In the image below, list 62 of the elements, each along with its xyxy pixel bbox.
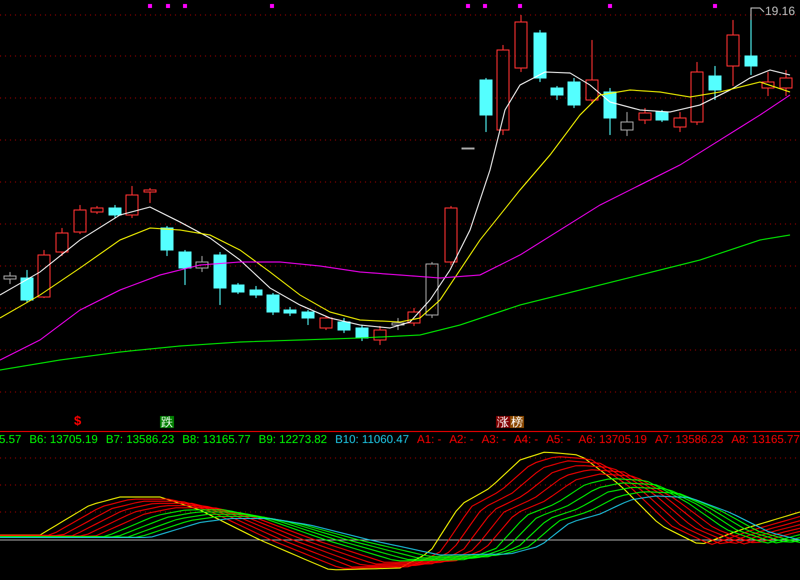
price-label: 19.16: [765, 5, 796, 17]
candlestick: [74, 204, 86, 234]
signal-badge: 涨: [496, 416, 510, 428]
candlestick: [392, 318, 404, 330]
indicator-reading: A1: -: [417, 435, 442, 447]
candlestick: [656, 110, 668, 122]
candlestick: [38, 250, 50, 298]
signal-badge: 榜: [510, 416, 524, 428]
candlestick: [674, 112, 686, 132]
indicator-reading: A5: -: [546, 435, 571, 447]
candlestick: [196, 256, 208, 272]
candlestick: [320, 316, 332, 330]
candlestick: [338, 318, 350, 334]
indicator-reading: B10: 11060.47: [335, 435, 410, 447]
price-leader-line: [750, 8, 764, 20]
indicator-reading: A3: -: [482, 435, 506, 447]
candlestick: [232, 282, 244, 294]
candlestick: [126, 186, 138, 218]
candlestick: [408, 308, 420, 326]
indicator-reading: A2: -: [449, 435, 474, 447]
candlestick: [604, 88, 616, 136]
candlestick: [266, 292, 280, 316]
candlestick: [638, 108, 652, 124]
candlestick: [160, 226, 174, 256]
candlestick: [550, 86, 564, 100]
candlestick: [620, 112, 634, 136]
candlestick: [690, 62, 704, 126]
candlestick: [568, 78, 580, 108]
indicator-reading: A4: -: [514, 435, 538, 447]
candlestick: [90, 206, 104, 214]
indicator-reading: B7: 13586.23: [106, 435, 174, 447]
candlestick: [514, 14, 528, 72]
indicator-reading: A8: 13165.77: [731, 435, 800, 447]
indicator-reading: B6: 13705.19: [29, 435, 98, 447]
candlestick: [762, 72, 774, 96]
candlestick: [780, 70, 792, 96]
candlestick: [4, 272, 16, 284]
candlestick: [302, 310, 314, 326]
signal-badge: 跌: [160, 416, 174, 428]
candlestick: [214, 252, 226, 306]
candlestick: [426, 262, 438, 318]
candlestick: [356, 324, 368, 342]
candlestick: [144, 188, 156, 204]
candlestick: [534, 30, 546, 82]
candlestick: [586, 40, 598, 104]
dollar-marker: $: [74, 414, 82, 427]
candlestick: [374, 326, 386, 346]
candlestick: [462, 148, 474, 150]
candlestick: [284, 306, 296, 316]
candlestick: [108, 204, 122, 218]
candlestick: [480, 78, 492, 132]
indicator-reading: B9: 12273.82: [258, 435, 328, 447]
candlestick: [726, 20, 740, 86]
candlestick: [178, 250, 192, 286]
candlestick: [56, 228, 68, 256]
candlestick: [20, 270, 34, 302]
candlestick: [708, 66, 722, 100]
indicator-reading: B8: 13165.77: [182, 435, 251, 447]
candlestick: [250, 286, 262, 298]
candlestick: [444, 206, 458, 266]
indicator-reading: A7: 13586.23: [654, 435, 724, 447]
indicator-reading: A6: 13705.19: [578, 435, 647, 447]
